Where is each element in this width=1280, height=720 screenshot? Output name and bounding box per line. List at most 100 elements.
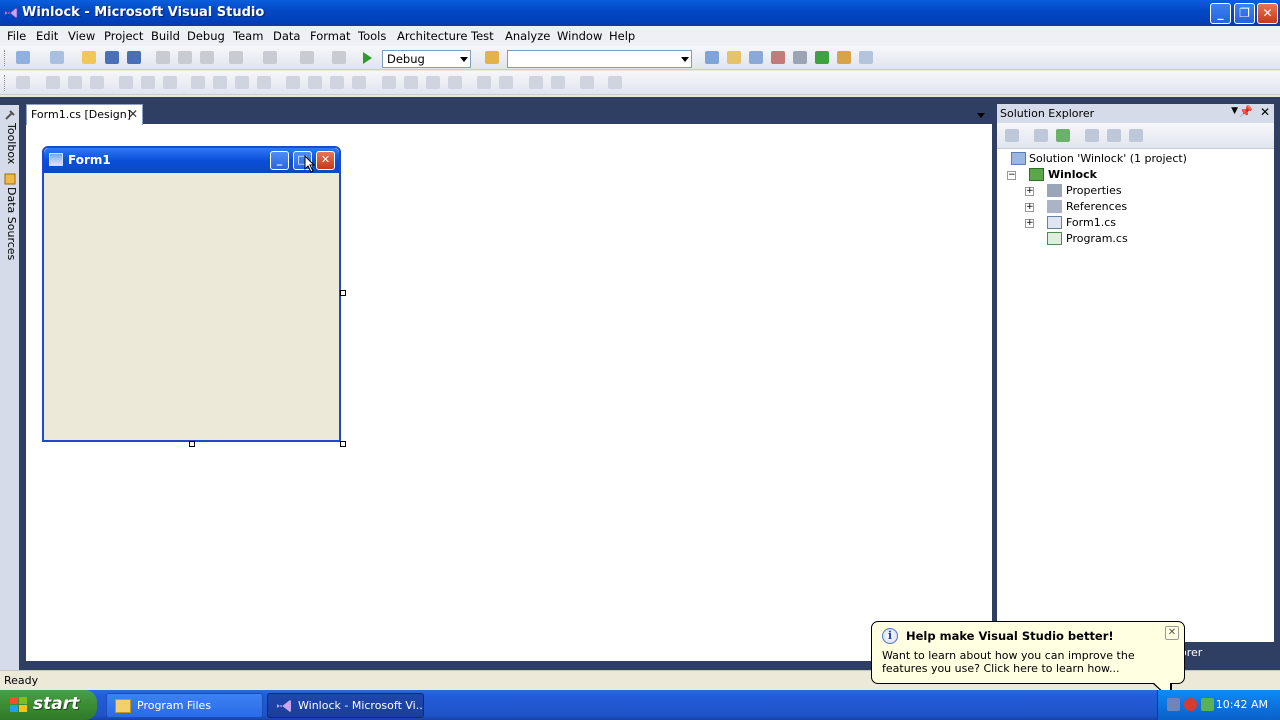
- resize-handle-right[interactable]: [340, 290, 346, 296]
- center-vertically-icon[interactable]: [499, 76, 513, 89]
- platform-dropdown[interactable]: [507, 50, 692, 68]
- properties-window-icon[interactable]: [727, 51, 741, 64]
- start-button[interactable]: start: [0, 690, 97, 720]
- remove-horizontal-spacing-icon[interactable]: [352, 76, 366, 89]
- bring-to-front-icon[interactable]: [529, 76, 543, 89]
- tab-order-icon[interactable]: [580, 76, 594, 89]
- menu-tools[interactable]: Tools: [358, 29, 386, 43]
- taskbar-visual-studio[interactable]: Winlock - Microsoft Vi...: [267, 693, 424, 718]
- clock[interactable]: 10:42 AM: [1216, 698, 1268, 711]
- network-icon[interactable]: [1167, 698, 1180, 711]
- menu-data[interactable]: Data: [273, 29, 300, 43]
- align-to-grid-icon[interactable]: [16, 76, 30, 89]
- menu-project[interactable]: Project: [104, 29, 143, 43]
- balloon-close-button[interactable]: ✕: [1165, 626, 1179, 640]
- menu-file[interactable]: File: [7, 29, 26, 43]
- paste-icon[interactable]: [200, 51, 214, 64]
- open-folder-icon[interactable]: [82, 51, 96, 64]
- notification-balloon[interactable]: i Help make Visual Studio better! ✕ Want…: [871, 621, 1185, 684]
- solution-explorer-icon[interactable]: [705, 51, 719, 64]
- toolbox-tab[interactable]: Toolbox: [1, 107, 18, 169]
- align-tops-icon[interactable]: [119, 76, 133, 89]
- horizontal-spacing-icon[interactable]: [286, 76, 300, 89]
- tree-item-program[interactable]: Program.cs: [1047, 232, 1128, 245]
- menu-build[interactable]: Build: [151, 29, 180, 43]
- send-to-back-icon[interactable]: [551, 76, 565, 89]
- tree-project[interactable]: Winlock: [1029, 168, 1097, 181]
- form1-designer[interactable]: Form1 _ □ ✕: [42, 146, 341, 442]
- safely-remove-icon[interactable]: [1201, 698, 1214, 711]
- save-all-icon[interactable]: [127, 51, 141, 64]
- tree-item-properties[interactable]: Properties: [1047, 184, 1122, 197]
- menu-view[interactable]: View: [68, 29, 95, 43]
- toolbar-grip[interactable]: [4, 50, 7, 66]
- menu-analyze[interactable]: Analyze: [505, 29, 550, 43]
- tree-item-form1[interactable]: Form1.cs: [1047, 216, 1116, 229]
- form1-title-bar[interactable]: Form1 _ □ ✕: [44, 148, 339, 173]
- make-same-height-icon[interactable]: [235, 76, 249, 89]
- view-code-icon[interactable]: [1085, 129, 1099, 142]
- increase-vertical-spacing-icon[interactable]: [404, 76, 418, 89]
- navigate-backward-icon[interactable]: [300, 51, 314, 64]
- data-sources-tab[interactable]: Data Sources: [1, 171, 18, 261]
- align-lefts-icon[interactable]: [46, 76, 60, 89]
- make-same-width-icon[interactable]: [191, 76, 205, 89]
- align-bottoms-icon[interactable]: [163, 76, 177, 89]
- align-rights-icon[interactable]: [90, 76, 104, 89]
- copy-icon[interactable]: [178, 51, 192, 64]
- save-icon[interactable]: [105, 51, 119, 64]
- menu-edit[interactable]: Edit: [36, 29, 58, 43]
- undo-icon[interactable]: [229, 51, 243, 64]
- menu-help[interactable]: Help: [609, 29, 635, 43]
- menu-team[interactable]: Team: [233, 29, 263, 43]
- menu-architecture[interactable]: Architecture: [397, 29, 467, 43]
- tree-item-references[interactable]: References: [1047, 200, 1127, 213]
- view-designer-icon[interactable]: [1107, 129, 1121, 142]
- find-in-files-icon[interactable]: [485, 51, 499, 64]
- menu-test[interactable]: Test: [471, 29, 494, 43]
- remove-vertical-spacing-icon[interactable]: [448, 76, 462, 89]
- object-browser-icon[interactable]: [749, 51, 763, 64]
- toolbar-grip[interactable]: [4, 75, 7, 91]
- start-debugging-icon[interactable]: [362, 52, 372, 64]
- navigate-forward-icon[interactable]: [332, 51, 346, 64]
- window-position-icon[interactable]: ▼: [1231, 106, 1238, 116]
- extension-manager-icon[interactable]: [793, 51, 807, 64]
- expand-form1-icon[interactable]: +: [1025, 219, 1034, 228]
- add-item-icon[interactable]: [50, 51, 64, 64]
- expand-references-icon[interactable]: +: [1025, 203, 1034, 212]
- form-minimize-button[interactable]: _: [270, 151, 289, 170]
- menu-window[interactable]: Window: [557, 29, 602, 43]
- center-horizontally-icon[interactable]: [477, 76, 491, 89]
- decrease-horizontal-spacing-icon[interactable]: [330, 76, 344, 89]
- lock-controls-icon[interactable]: [608, 76, 622, 89]
- properties-icon[interactable]: [1005, 129, 1019, 142]
- pin-icon[interactable]: 📌: [1239, 105, 1253, 118]
- close-icon[interactable]: ✕: [128, 107, 138, 121]
- align-middles-icon[interactable]: [141, 76, 155, 89]
- refresh-icon[interactable]: [1056, 129, 1070, 142]
- collapse-project-icon[interactable]: −: [1007, 171, 1016, 180]
- redo-icon[interactable]: [263, 51, 277, 64]
- expand-properties-icon[interactable]: +: [1025, 187, 1034, 196]
- security-alert-icon[interactable]: [1184, 698, 1197, 711]
- minimize-button[interactable]: _: [1210, 3, 1231, 24]
- active-files-dropdown-icon[interactable]: [977, 113, 985, 118]
- form-close-button[interactable]: ✕: [316, 151, 335, 170]
- tab-form1-design[interactable]: Form1.cs [Design] ✕: [26, 104, 143, 125]
- tree-solution[interactable]: Solution 'Winlock' (1 project): [1011, 152, 1187, 165]
- close-button[interactable]: ✕: [1257, 3, 1278, 24]
- command-window-icon[interactable]: [837, 51, 851, 64]
- make-same-size-icon[interactable]: [257, 76, 271, 89]
- view-class-diagram-icon[interactable]: [1129, 129, 1143, 142]
- resize-handle-bottom[interactable]: [189, 441, 195, 447]
- decrease-vertical-spacing-icon[interactable]: [426, 76, 440, 89]
- other-windows-icon[interactable]: [859, 51, 873, 64]
- balloon-body[interactable]: Want to learn about how you can improve …: [882, 649, 1178, 675]
- size-to-grid-icon[interactable]: [213, 76, 227, 89]
- cut-icon[interactable]: [156, 51, 170, 64]
- increase-horizontal-spacing-icon[interactable]: [308, 76, 322, 89]
- menu-format[interactable]: Format: [310, 29, 351, 43]
- vertical-spacing-icon[interactable]: [382, 76, 396, 89]
- menu-debug[interactable]: Debug: [187, 29, 225, 43]
